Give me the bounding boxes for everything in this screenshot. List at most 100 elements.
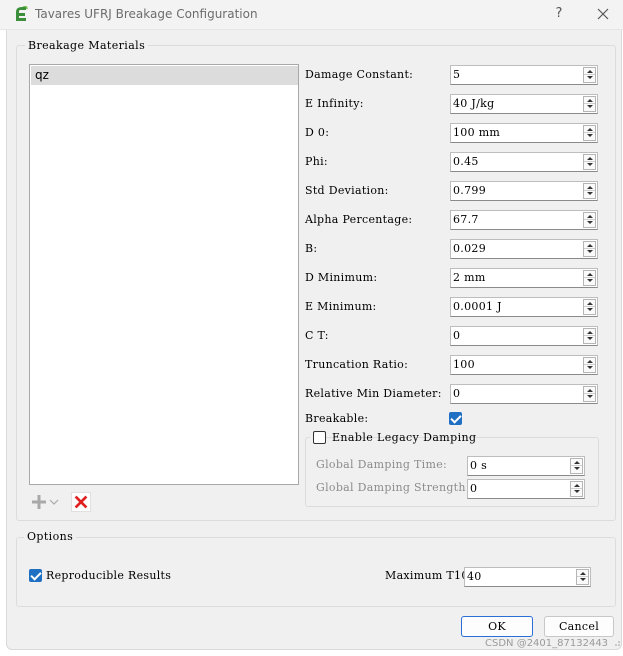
param-spinbox[interactable]: 0.029 <box>450 239 598 259</box>
param-label: E Infinity: <box>305 97 364 110</box>
ok-button[interactable]: OK <box>461 616 533 637</box>
param-label: B: <box>305 242 318 255</box>
param-value[interactable]: 100 <box>451 356 475 374</box>
materials-list[interactable]: qz <box>29 64 299 485</box>
list-item[interactable]: qz <box>31 66 298 85</box>
spin-up-icon[interactable] <box>577 570 588 577</box>
spin-up-icon[interactable] <box>584 329 595 336</box>
legacy-damping-checkbox[interactable] <box>313 431 326 444</box>
spin-down-icon[interactable] <box>571 489 582 496</box>
watermark-text: CSDN @2401_87132443 <box>485 638 609 649</box>
spin-arrows[interactable] <box>583 96 596 112</box>
spin-arrows[interactable] <box>583 270 596 286</box>
spin-down-icon[interactable] <box>584 249 595 256</box>
spin-up-icon[interactable] <box>584 213 595 220</box>
cancel-button[interactable]: Cancel <box>544 616 614 637</box>
global-damping-strength-label: Global Damping Strength: <box>316 481 470 494</box>
leaf-app-icon <box>16 6 28 21</box>
spin-arrows[interactable] <box>570 481 583 497</box>
param-spinbox[interactable]: 5 <box>450 65 598 85</box>
breakable-checkbox[interactable] <box>449 412 462 425</box>
param-value[interactable]: 100 mm <box>451 124 500 142</box>
param-label: E Minimum: <box>305 300 377 313</box>
param-value[interactable]: 40 J/kg <box>451 95 494 113</box>
spin-arrows[interactable] <box>583 67 596 83</box>
breakage-materials-title: Breakage Materials <box>25 39 149 52</box>
breakable-label: Breakable: <box>305 412 369 425</box>
spin-arrows[interactable] <box>583 183 596 199</box>
spin-up-icon[interactable] <box>584 358 595 365</box>
param-label: Std Deviation: <box>305 184 389 197</box>
spin-down-icon[interactable] <box>571 466 582 473</box>
spin-up-icon[interactable] <box>571 459 582 466</box>
spin-down-icon[interactable] <box>584 365 595 372</box>
spin-down-icon[interactable] <box>584 394 595 401</box>
param-value[interactable]: 0 <box>451 327 460 345</box>
spin-up-icon[interactable] <box>584 97 595 104</box>
global-damping-strength-value[interactable]: 0 <box>468 480 477 498</box>
param-spinbox[interactable]: 0.0001 J <box>450 297 598 317</box>
spin-down-icon[interactable] <box>584 75 595 82</box>
spin-down-icon[interactable] <box>584 336 595 343</box>
spin-down-icon[interactable] <box>584 191 595 198</box>
spin-up-icon[interactable] <box>584 184 595 191</box>
param-value[interactable]: 67.7 <box>451 211 479 229</box>
maximum-t10-value[interactable]: 40 <box>465 568 482 586</box>
spin-arrows[interactable] <box>583 212 596 228</box>
param-spinbox[interactable]: 2 mm <box>450 268 598 288</box>
spin-up-icon[interactable] <box>584 242 595 249</box>
spin-up-icon[interactable] <box>584 126 595 133</box>
global-damping-time-label: Global Damping Time: <box>316 458 448 471</box>
spin-down-icon[interactable] <box>584 220 595 227</box>
maximum-t10-spinbox[interactable]: 40 <box>464 567 591 587</box>
spin-up-icon[interactable] <box>584 300 595 307</box>
param-value[interactable]: 0.0001 J <box>451 298 502 316</box>
spin-up-icon[interactable] <box>571 482 582 489</box>
param-value[interactable]: 0.45 <box>451 153 479 171</box>
spin-down-icon[interactable] <box>584 307 595 314</box>
param-spinbox[interactable]: 0.45 <box>450 152 598 172</box>
global-damping-time-value[interactable]: 0 s <box>468 457 487 475</box>
spin-down-icon[interactable] <box>584 278 595 285</box>
resize-grip-icon[interactable] <box>613 640 621 648</box>
spin-down-icon[interactable] <box>577 577 588 584</box>
param-spinbox[interactable]: 67.7 <box>450 210 598 230</box>
red-x-icon[interactable] <box>71 492 91 512</box>
spin-up-icon[interactable] <box>584 271 595 278</box>
spin-arrows[interactable] <box>583 241 596 257</box>
param-value[interactable]: 2 mm <box>451 269 486 287</box>
param-spinbox[interactable]: 0 <box>450 326 598 346</box>
spin-down-icon[interactable] <box>584 133 595 140</box>
help-button[interactable]: ? <box>549 3 569 25</box>
param-spinbox[interactable]: 0 <box>450 384 598 404</box>
legacy-damping-label[interactable]: Enable Legacy Damping <box>332 430 476 445</box>
close-icon[interactable] <box>592 3 614 25</box>
param-spinbox[interactable]: 40 J/kg <box>450 94 598 114</box>
reproducible-results-label[interactable]: Reproducible Results <box>46 566 171 586</box>
plus-icon[interactable] <box>30 492 62 512</box>
spin-up-icon[interactable] <box>584 387 595 394</box>
param-label: Damage Constant: <box>305 68 414 81</box>
global-damping-time-spinbox[interactable]: 0 s <box>467 456 585 476</box>
reproducible-results-checkbox[interactable] <box>29 569 42 582</box>
global-damping-strength-spinbox[interactable]: 0 <box>467 479 585 499</box>
spin-arrows[interactable] <box>583 386 596 402</box>
param-value[interactable]: 5 <box>451 66 460 84</box>
spin-arrows[interactable] <box>583 154 596 170</box>
param-value[interactable]: 0 <box>451 385 460 403</box>
spin-up-icon[interactable] <box>584 155 595 162</box>
param-spinbox[interactable]: 100 mm <box>450 123 598 143</box>
spin-arrows[interactable] <box>583 357 596 373</box>
spin-arrows[interactable] <box>570 458 583 474</box>
spin-arrows[interactable] <box>583 328 596 344</box>
param-spinbox[interactable]: 100 <box>450 355 598 375</box>
param-value[interactable]: 0.799 <box>451 182 486 200</box>
spin-up-icon[interactable] <box>584 68 595 75</box>
param-spinbox[interactable]: 0.799 <box>450 181 598 201</box>
spin-down-icon[interactable] <box>584 162 595 169</box>
spin-arrows[interactable] <box>576 569 589 585</box>
spin-arrows[interactable] <box>583 299 596 315</box>
spin-arrows[interactable] <box>583 125 596 141</box>
spin-down-icon[interactable] <box>584 104 595 111</box>
param-value[interactable]: 0.029 <box>451 240 486 258</box>
